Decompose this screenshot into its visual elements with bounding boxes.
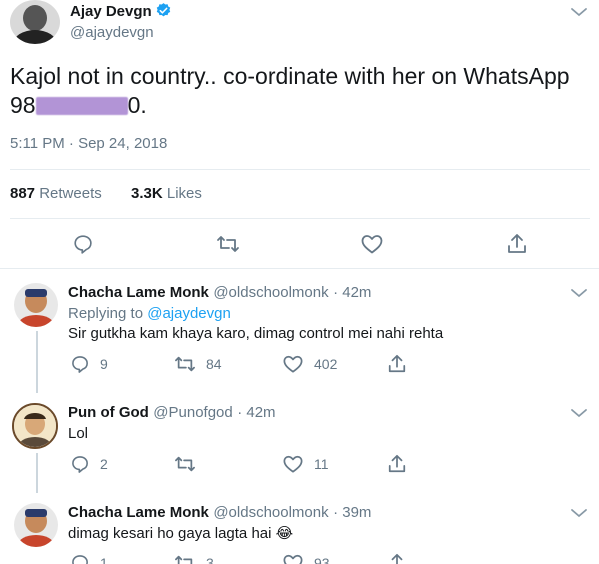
divider bbox=[10, 218, 590, 219]
retweet-icon bbox=[175, 555, 193, 564]
like-icon bbox=[283, 554, 303, 564]
share-icon[interactable] bbox=[387, 552, 407, 564]
like-count: 93 bbox=[314, 555, 330, 564]
tweet-text-line-1: Kajol not in country.. co-ordinate with … bbox=[10, 63, 570, 89]
reply-icon bbox=[72, 555, 88, 564]
like-count: 402 bbox=[314, 356, 338, 372]
reply-time[interactable]: · 42m bbox=[237, 404, 275, 421]
reply-text: dimag kesari ho gaya lagta hai 😂 bbox=[68, 525, 294, 542]
likes-count: 3.3K bbox=[131, 185, 163, 202]
retweet-count: 3 bbox=[206, 555, 214, 564]
retweet-count: 84 bbox=[206, 356, 222, 372]
tweet-timestamp[interactable]: 5:11 PM · Sep 24, 2018 bbox=[10, 135, 167, 152]
retweet-action[interactable]: 84 bbox=[174, 354, 222, 374]
like-icon bbox=[283, 355, 303, 373]
reply-handle[interactable]: @oldschoolmonk bbox=[213, 284, 328, 301]
reply-time[interactable]: · 39m bbox=[333, 504, 371, 521]
reply-icon bbox=[72, 356, 88, 373]
reply-action[interactable]: 2 bbox=[70, 454, 108, 474]
reply-count: 2 bbox=[100, 456, 108, 472]
reply-count: 1 bbox=[100, 555, 108, 564]
retweets-label: Retweets bbox=[39, 185, 102, 202]
divider bbox=[10, 169, 590, 170]
divider bbox=[0, 268, 599, 269]
share-icon[interactable] bbox=[387, 353, 407, 380]
reply-handle[interactable]: @oldschoolmonk bbox=[213, 504, 328, 521]
reply-count: 9 bbox=[100, 356, 108, 372]
reply-time[interactable]: · 42m bbox=[333, 284, 371, 301]
chevron-down-icon[interactable] bbox=[568, 285, 590, 301]
retweets-stat[interactable]: 887 Retweets bbox=[10, 185, 102, 202]
reply-handle[interactable]: @Punofgod bbox=[153, 404, 232, 421]
phone-suffix: 0. bbox=[127, 92, 147, 118]
retweet-action[interactable] bbox=[174, 454, 206, 474]
reply-display-name[interactable]: Chacha Lame Monk bbox=[68, 284, 209, 301]
verified-badge-icon bbox=[155, 2, 172, 25]
like-action[interactable]: 93 bbox=[282, 553, 330, 564]
reply-avatar[interactable] bbox=[14, 503, 58, 547]
chevron-down-icon[interactable] bbox=[568, 505, 590, 521]
phone-prefix: 98 bbox=[10, 92, 36, 118]
likes-stat[interactable]: 3.3K Likes bbox=[131, 185, 202, 202]
like-action[interactable]: 11 bbox=[282, 454, 329, 474]
likes-label: Likes bbox=[166, 185, 202, 202]
reply-icon[interactable] bbox=[72, 233, 94, 260]
reply-icon bbox=[72, 456, 88, 473]
like-count: 11 bbox=[314, 456, 329, 472]
reply-avatar[interactable] bbox=[14, 283, 58, 327]
reply-avatar[interactable] bbox=[12, 403, 58, 449]
retweet-icon bbox=[175, 356, 195, 372]
retweet-icon[interactable] bbox=[216, 233, 240, 260]
reply-display-name[interactable]: Chacha Lame Monk bbox=[68, 504, 209, 521]
author-display-name[interactable]: Ajay Devgn bbox=[70, 3, 152, 20]
replying-to-label: Replying to bbox=[68, 305, 144, 322]
tweet-text-line-2: 98 0. bbox=[10, 91, 595, 120]
tweet-text: Kajol not in country.. co-ordinate with … bbox=[10, 62, 595, 120]
like-icon bbox=[283, 455, 303, 473]
author-handle[interactable]: @ajaydevgn bbox=[70, 24, 154, 41]
retweet-icon bbox=[175, 456, 195, 472]
thread-line bbox=[36, 331, 38, 393]
replying-to-handle[interactable]: @ajaydevgn bbox=[147, 305, 231, 322]
share-icon[interactable] bbox=[387, 453, 407, 480]
thread-line bbox=[36, 453, 38, 493]
like-action[interactable]: 402 bbox=[282, 354, 337, 374]
retweet-action[interactable]: 3 bbox=[174, 553, 214, 564]
reply-display-name[interactable]: Pun of God bbox=[68, 404, 149, 421]
reply-text: Sir gutkha kam khaya karo, dimag control… bbox=[68, 325, 444, 342]
retweets-count: 887 bbox=[10, 185, 36, 202]
redaction-blur bbox=[35, 97, 128, 115]
share-icon[interactable] bbox=[506, 232, 528, 261]
chevron-down-icon[interactable] bbox=[568, 405, 590, 421]
reply-action[interactable]: 9 bbox=[70, 354, 108, 374]
author-avatar[interactable] bbox=[10, 0, 60, 44]
reply-action[interactable]: 1 bbox=[70, 553, 108, 564]
like-icon[interactable] bbox=[360, 233, 384, 260]
reply-text: Lol bbox=[68, 425, 89, 442]
chevron-down-icon[interactable] bbox=[568, 4, 590, 20]
